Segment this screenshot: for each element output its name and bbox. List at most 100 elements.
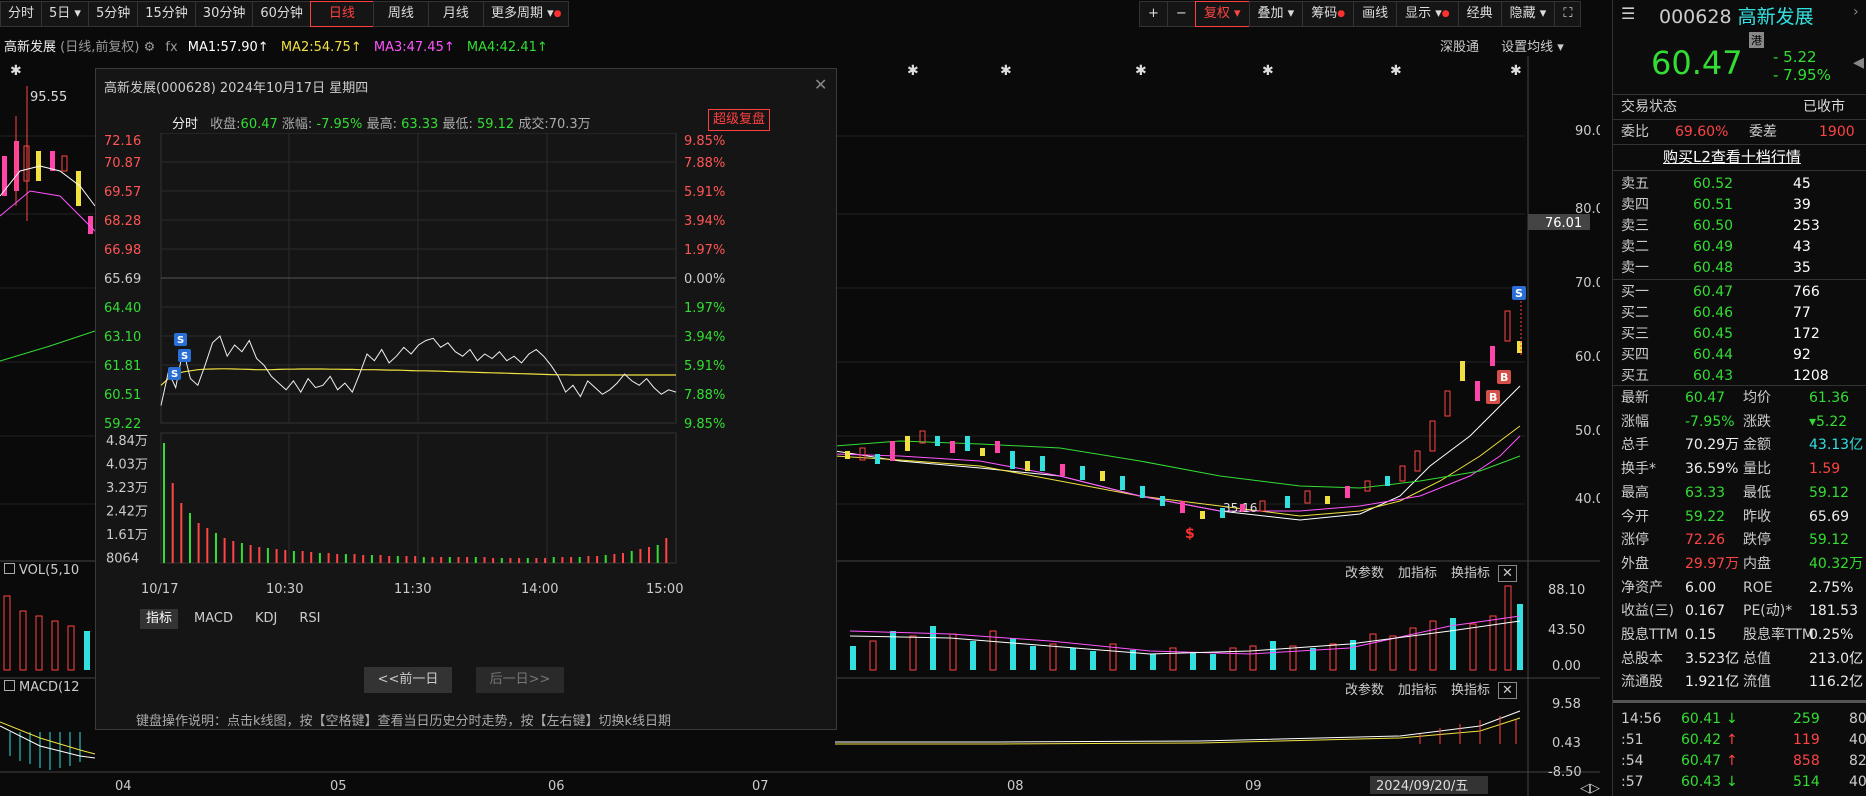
more-icon[interactable]: › (1853, 4, 1859, 20)
volume-bar (639, 549, 642, 563)
set-ma-link[interactable]: 设置均线 ▾ (1501, 40, 1564, 55)
vol-tick-label: 1.61万 (106, 528, 148, 543)
bid-level-label: 买一 (1621, 284, 1649, 300)
period-weekly[interactable]: 周线 (372, 1, 429, 27)
period-intraday[interactable]: 分时 (0, 1, 43, 27)
tab-rsi[interactable]: RSI (293, 609, 326, 629)
hide-button[interactable]: 隐藏 ▾ (1500, 1, 1556, 27)
tick-count: 40 (1849, 774, 1866, 790)
time-tick-label: 10:30 (266, 582, 303, 597)
bid-volume: 77 (1793, 305, 1811, 321)
prev-day-button[interactable]: <<前一日 (364, 667, 452, 693)
change-param-link[interactable]: 改参数 (1345, 566, 1384, 581)
next-day-button[interactable]: 后一日>> (476, 667, 564, 693)
collapse-icon[interactable] (4, 680, 15, 691)
stat-value: 0.25% (1809, 627, 1854, 643)
period-30min[interactable]: 30分钟 (194, 1, 254, 27)
intraday-chart[interactable]: 72.16 9.85% 70.87 7.88% 69.57 5.91% 68.28 3.94%… (96, 133, 836, 653)
period-more[interactable]: 更多周期 ▾● (482, 1, 570, 27)
vol-axis-tick: 0.00 (1552, 659, 1581, 674)
l2-link-row[interactable]: 购买L2查看十档行情 (1613, 146, 1866, 168)
period-5min[interactable]: 5分钟 (87, 1, 139, 27)
draw-line-button[interactable]: 画线 (1353, 1, 1398, 27)
period-15min[interactable]: 15分钟 (137, 1, 196, 27)
tab-kdj[interactable]: KDJ (249, 609, 283, 629)
add-indicator-link[interactable]: 加指标 (1398, 566, 1437, 581)
tick-row: :57 60.43 ↓ 514 40 (1613, 771, 1866, 793)
adjust-button[interactable]: 复权 ▾ (1194, 1, 1250, 27)
add-indicator-link[interactable]: 加指标 (1398, 683, 1437, 698)
overlay-button[interactable]: 叠加 ▾ (1248, 1, 1304, 27)
display-button[interactable]: 显示 ▾● (1396, 1, 1459, 27)
tick-row: :51 60.42 ↑ 119 40 (1613, 729, 1866, 751)
stat-label: 均价 (1743, 390, 1771, 406)
bid-price: 60.45 (1693, 326, 1734, 342)
bid-volume: 92 (1793, 347, 1811, 363)
vol-axis-tick: 43.50 (1548, 623, 1585, 638)
stat-label: 跌停 (1743, 532, 1771, 549)
scroll-left-icon[interactable]: ◁ (1580, 781, 1590, 796)
bid-volume: 766 (1793, 284, 1820, 300)
volume-bar (440, 557, 443, 563)
stat-label: 换手* (1621, 461, 1656, 478)
stat-row: 涨停 72.26 跌停 59.12 (1613, 529, 1866, 551)
month-tick: 07 (752, 779, 769, 794)
period-monthly[interactable]: 月线 (427, 1, 484, 27)
pct-tick-label: 0.00% (684, 272, 725, 287)
bid-row: 买四 60.44 92 (1613, 344, 1866, 366)
scroll-right-icon[interactable]: ▷ (1590, 781, 1600, 796)
info-icon[interactable]: ☰ (1621, 4, 1635, 23)
zoom-in-button[interactable]: + (1139, 1, 1168, 27)
quote-title: 000628 高新发展 (1659, 6, 1814, 28)
sell-signal-badge: S (171, 369, 178, 380)
volume-bar (500, 558, 503, 563)
gear-icon[interactable]: ⚙ (144, 40, 156, 55)
close-icon[interactable]: ✕ (1498, 565, 1517, 582)
switch-indicator-link[interactable]: 换指标 (1451, 683, 1490, 698)
volume-bar (215, 533, 217, 563)
collapse-panel-icon[interactable]: ◂ (1853, 50, 1864, 75)
stat-label: 今开 (1621, 508, 1649, 525)
volume-bar (518, 558, 521, 563)
period-daily[interactable]: 日线 (309, 1, 374, 27)
stat-label: 总手 (1621, 437, 1649, 454)
tick-count: 80 (1849, 711, 1866, 727)
formula-fx[interactable]: fx (165, 40, 177, 55)
period-5day[interactable]: 5日 ▾ (41, 1, 89, 27)
dot-icon: ● (1337, 9, 1346, 19)
close-icon[interactable]: ✕ (1498, 682, 1517, 699)
stat-value: 70.29万 (1685, 437, 1740, 454)
classic-button[interactable]: 经典 (1457, 1, 1502, 27)
stat-value: 1.59 (1809, 461, 1841, 478)
volume-bar (535, 558, 538, 563)
fullscreen-icon[interactable]: ⛶ (1554, 1, 1582, 27)
collapse-icon[interactable] (4, 563, 15, 574)
ma4-label: MA4:42.41↑ (466, 40, 548, 55)
volume-bar (457, 557, 460, 563)
star-icon: ✱ (1390, 63, 1402, 79)
super-review-button[interactable]: 超级复盘 (708, 109, 771, 131)
switch-indicator-link[interactable]: 换指标 (1451, 566, 1490, 581)
vol-tick-label: 8064 (106, 552, 139, 567)
tab-macd[interactable]: MACD (188, 609, 239, 629)
zoom-out-button[interactable]: − (1166, 1, 1196, 27)
price-tick-label: 70.87 (104, 156, 141, 171)
stat-label: 最低 (1743, 484, 1771, 501)
price-tick-label: 60.51 (104, 388, 141, 403)
tick-volume: 119 (1793, 732, 1820, 748)
close-icon[interactable]: ✕ (814, 75, 827, 94)
volume-bar (370, 555, 373, 563)
deep-link[interactable]: 深股通 (1440, 40, 1479, 55)
stat-label: 涨跌 (1743, 413, 1771, 430)
tab-indicator[interactable]: 指标 (140, 609, 179, 629)
tick-arrow-icon: ↑ (1726, 732, 1738, 748)
period-60min[interactable]: 60分钟 (252, 1, 311, 27)
stat-label: 涨幅 (1621, 413, 1649, 430)
volume-bar (388, 556, 391, 563)
popup-title: 高新发展(000628) 2024年10月17日 星期四 (104, 81, 369, 96)
time-tick-label: 11:30 (394, 582, 431, 597)
change-param-link[interactable]: 改参数 (1345, 683, 1384, 698)
chips-button[interactable]: 筹码● (1302, 1, 1355, 27)
pct-tick-label: 7.88% (684, 388, 725, 403)
stat-label: 金额 (1743, 437, 1771, 454)
